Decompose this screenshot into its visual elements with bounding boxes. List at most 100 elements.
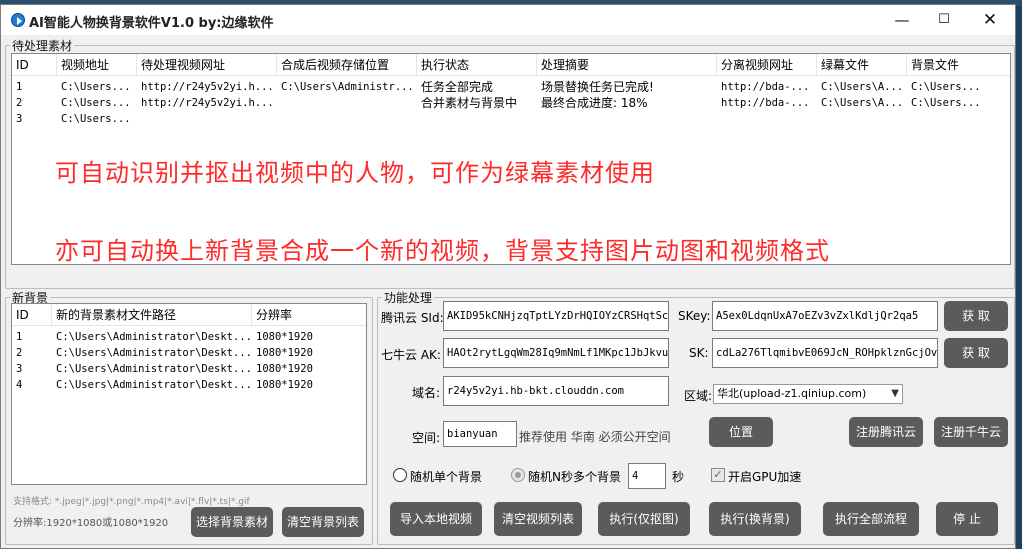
col-status[interactable]: 执行状态 bbox=[417, 54, 537, 76]
bg-path: C:\Users\Administrator\Deskt... bbox=[56, 331, 252, 343]
function-legend: 功能处理 bbox=[384, 291, 433, 305]
clear-video-list-button[interactable]: 清空视频列表 bbox=[494, 502, 582, 536]
space-label: 空间: bbox=[412, 431, 441, 445]
execute-matte-only-button[interactable]: 执行(仅抠图) bbox=[598, 502, 690, 536]
promo-caption-1: 可自动识别并抠出视频中的人物，可作为绿幕素材使用 bbox=[55, 159, 655, 187]
maximize-button[interactable]: ☐ bbox=[921, 5, 967, 35]
col-pending-url[interactable]: 待处理视频网址 bbox=[137, 54, 277, 76]
cell-output-location: C:\Users\Administr... bbox=[281, 81, 414, 93]
execute-all-button[interactable]: 执行全部流程 bbox=[823, 502, 919, 536]
background-list[interactable]: ID 新的背景素材文件路径 分辨率 1 C:\Users\Administrat… bbox=[11, 303, 367, 485]
import-local-video-button[interactable]: 导入本地视频 bbox=[390, 502, 482, 536]
cell-video-path: C:\Users... bbox=[61, 113, 131, 125]
execute-replace-background-button[interactable]: 执行(换背景) bbox=[709, 502, 801, 536]
cell-pending-url: http://r24y5v2yi.h... bbox=[141, 97, 274, 109]
cell-greenscreen-file: C:\Users\A... bbox=[821, 97, 904, 109]
background-list-header: ID 新的背景素材文件路径 分辨率 bbox=[12, 304, 366, 326]
random-single-label[interactable]: 随机单个背景 bbox=[410, 468, 482, 485]
col-greenscreen-file[interactable]: 绿幕文件 bbox=[817, 54, 907, 76]
get-tencent-key-button[interactable]: 获 取 bbox=[944, 301, 1008, 331]
col-summary[interactable]: 处理摘要 bbox=[537, 54, 717, 76]
bg-resolution: 1080*1920 bbox=[256, 331, 313, 343]
pending-legend: 待处理素材 bbox=[12, 39, 73, 53]
promo-caption-2: 亦可自动换上新背景合成一个新的视频，背景支持图片动图和视频格式 bbox=[55, 237, 830, 265]
gpu-checkbox[interactable]: ✓ bbox=[711, 468, 725, 482]
bg-path: C:\Users\Administrator\Deskt... bbox=[56, 363, 252, 375]
random-multi-label[interactable]: 随机N秒多个背景 bbox=[528, 468, 621, 485]
cell-status: 任务全部完成 bbox=[421, 80, 494, 94]
select-background-button[interactable]: 选择背景素材 bbox=[191, 507, 273, 537]
bg-path: C:\Users\Administrator\Deskt... bbox=[56, 347, 252, 359]
minimize-button[interactable]: — bbox=[879, 5, 925, 35]
table-row[interactable]: 2 C:\Users... http://r24y5v2yi.h... 合并素材… bbox=[12, 95, 1010, 111]
skey-input[interactable]: A5ex0LdqnUxA7oEZv3vZxlKdljQr2qa5 bbox=[712, 301, 938, 331]
random-multi-radio[interactable] bbox=[511, 468, 525, 482]
cell-summary: 场景替换任务已完成! bbox=[541, 80, 654, 94]
list-item[interactable]: 2 C:\Users\Administrator\Deskt... 1080*1… bbox=[12, 345, 366, 361]
col-id[interactable]: ID bbox=[12, 54, 57, 76]
domain-label: 域名: bbox=[412, 386, 441, 400]
bg-path: C:\Users\Administrator\Deskt... bbox=[56, 379, 252, 391]
register-qiniu-button[interactable]: 注册千牛云 bbox=[934, 417, 1008, 447]
table-row[interactable]: 1 C:\Users... http://r24y5v2yi.h... C:\U… bbox=[12, 79, 1010, 95]
cell-separated-url: http://bda-... bbox=[721, 81, 810, 93]
random-single-radio[interactable] bbox=[393, 468, 407, 482]
app-logo-icon bbox=[11, 13, 25, 27]
gpu-label[interactable]: 开启GPU加速 bbox=[728, 468, 801, 485]
region-label: 区域: bbox=[684, 389, 713, 403]
region-select-value: 华北(upload-z1.qiniup.com) bbox=[717, 387, 867, 400]
bg-id: 4 bbox=[16, 379, 23, 391]
col-bg-resolution[interactable]: 分辨率 bbox=[252, 304, 366, 326]
clear-background-list-button[interactable]: 清空背景列表 bbox=[282, 507, 364, 537]
col-background-file[interactable]: 背景文件 bbox=[907, 54, 1010, 76]
supported-formats-text: 支持格式: *.jpeg|*.jpg|*.png|*.mp4|*.avi|*.f… bbox=[13, 497, 250, 507]
close-button[interactable]: ✕ bbox=[967, 5, 1013, 35]
sk-input[interactable]: cdLa276TlqmibvE069JcN_ROHpklznGcjOvPX2 bbox=[712, 338, 938, 368]
cell-video-path: C:\Users... bbox=[61, 81, 131, 93]
bg-id: 3 bbox=[16, 363, 23, 375]
cell-status: 合并素材与背景中 bbox=[421, 96, 518, 110]
col-bg-path[interactable]: 新的背景素材文件路径 bbox=[52, 304, 252, 326]
bg-id: 1 bbox=[16, 331, 23, 343]
cell-id: 2 bbox=[16, 97, 23, 109]
resolution-hint-text: 分辨率:1920*1080或1080*1920 bbox=[13, 518, 169, 529]
table-row[interactable]: 3 C:\Users... bbox=[12, 111, 1010, 127]
domain-input[interactable]: r24y5v2yi.hb-bkt.clouddn.com bbox=[443, 376, 669, 406]
register-tencent-button[interactable]: 注册腾讯云 bbox=[849, 417, 923, 447]
cell-greenscreen-file: C:\Users\A... bbox=[821, 81, 904, 93]
col-bg-id[interactable]: ID bbox=[12, 304, 52, 326]
col-video-path[interactable]: 视频地址 bbox=[57, 54, 137, 76]
skey-label: SKey: bbox=[678, 309, 711, 323]
qiniu-ak-input[interactable]: HAOt2rytLgqWm28Iq9mNmLf1MKpc1JbJkvuMAD bbox=[443, 338, 669, 368]
title-bar: AI智能人物换背景软件V1.0 by:边缘软件 — ☐ ✕ bbox=[1, 5, 1015, 35]
cell-separated-url: http://bda-... bbox=[721, 97, 810, 109]
list-item[interactable]: 3 C:\Users\Administrator\Deskt... 1080*1… bbox=[12, 361, 366, 377]
cell-pending-url: http://r24y5v2yi.h... bbox=[141, 81, 274, 93]
space-input[interactable]: bianyuan bbox=[443, 421, 517, 447]
cell-background-file: C:\Users... bbox=[911, 97, 981, 109]
list-item[interactable]: 1 C:\Users\Administrator\Deskt... 1080*1… bbox=[12, 329, 366, 345]
seconds-unit: 秒 bbox=[672, 470, 685, 484]
sk-label: SK: bbox=[689, 346, 709, 360]
cell-id: 1 bbox=[16, 81, 23, 93]
cell-summary: 最终合成进度: 18% bbox=[541, 96, 648, 110]
tencent-sid-input[interactable]: AKID95kCNHjzqTptLYzDrHQIOYzCRSHqtSch bbox=[443, 301, 669, 331]
cell-video-path: C:\Users... bbox=[61, 97, 131, 109]
pending-header: ID 视频地址 待处理视频网址 合成后视频存储位置 执行状态 处理摘要 分离视频… bbox=[12, 54, 1010, 76]
stop-button[interactable]: 停 止 bbox=[936, 502, 998, 536]
chevron-down-icon: ▼ bbox=[891, 388, 899, 399]
get-qiniu-key-button[interactable]: 获 取 bbox=[944, 338, 1008, 368]
app-window: AI智能人物换背景软件V1.0 by:边缘软件 — ☐ ✕ 待处理素材 ID 视… bbox=[0, 4, 1016, 549]
location-button[interactable]: 位置 bbox=[709, 417, 773, 447]
cell-background-file: C:\Users... bbox=[911, 81, 981, 93]
col-output-location[interactable]: 合成后视频存储位置 bbox=[277, 54, 417, 76]
cell-id: 3 bbox=[16, 113, 23, 125]
seconds-input[interactable]: 4 bbox=[628, 463, 666, 489]
list-item[interactable]: 4 C:\Users\Administrator\Deskt... 1080*1… bbox=[12, 377, 366, 393]
tencent-sid-label: 腾讯云 SId: bbox=[381, 311, 444, 325]
cell-output-location bbox=[277, 95, 417, 111]
bg-id: 2 bbox=[16, 347, 23, 359]
bg-resolution: 1080*1920 bbox=[256, 379, 313, 391]
col-separated-url[interactable]: 分离视频网址 bbox=[717, 54, 817, 76]
region-select[interactable]: 华北(upload-z1.qiniup.com) ▼ bbox=[713, 384, 903, 404]
